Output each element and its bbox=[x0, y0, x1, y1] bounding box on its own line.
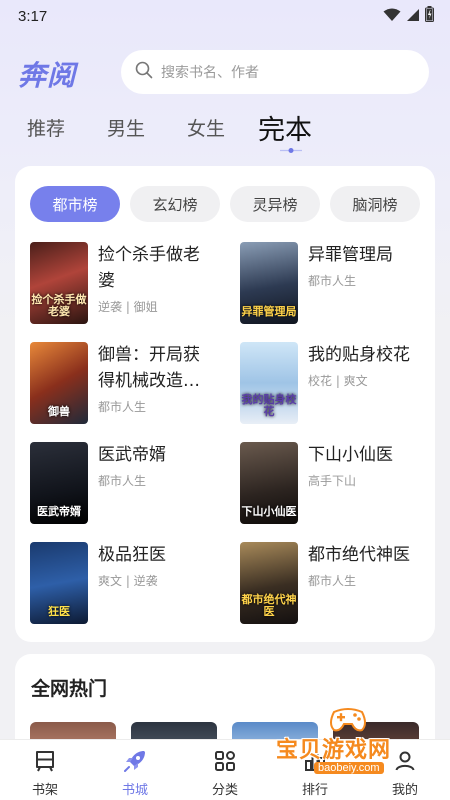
tab-female[interactable]: 女生 bbox=[187, 114, 225, 141]
chip-urban[interactable]: 都市榜 bbox=[30, 186, 120, 222]
book-item[interactable]: 异罪管理局 异罪管理局 都市人生 bbox=[240, 242, 440, 324]
book-meta: 校花 | 爽文 bbox=[308, 374, 368, 388]
book-cover: 都市绝代神医 bbox=[240, 542, 298, 624]
book-title: 捡个杀手做老婆 bbox=[98, 245, 200, 291]
cover-text: 狂医 bbox=[48, 605, 70, 618]
app-logo: 奔阅 bbox=[18, 59, 77, 92]
battery-icon bbox=[425, 6, 434, 26]
status-icons bbox=[383, 6, 434, 26]
book-title: 御兽：开局获得机械改造… bbox=[98, 345, 200, 391]
book-title: 极品狂医 bbox=[98, 545, 166, 565]
book-item[interactable]: 狂医 极品狂医 爽文 | 逆袭 bbox=[30, 542, 230, 624]
watermark-url: baobeiy.com bbox=[314, 762, 384, 774]
book-item[interactable]: 都市绝代神医 都市绝代神医 都市人生 bbox=[240, 542, 440, 624]
tab-completed[interactable]: 完本 bbox=[258, 108, 312, 147]
book-meta: 高手下山 bbox=[308, 474, 357, 488]
nav-label: 书架 bbox=[31, 783, 58, 798]
book-cover: 御兽 bbox=[30, 342, 88, 424]
search-icon bbox=[135, 61, 153, 83]
tab-indicator bbox=[280, 148, 302, 153]
book-item[interactable]: 医武帝婿 医武帝婿 都市人生 bbox=[30, 442, 230, 524]
book-meta: 都市人生 bbox=[308, 274, 357, 288]
cover-text: 异罪管理局 bbox=[241, 305, 297, 318]
book-cover: 狂医 bbox=[30, 542, 88, 624]
book-item[interactable]: 我的贴身校花 我的贴身校花 校花 | 爽文 bbox=[240, 342, 440, 424]
search-input[interactable]: 搜索书名、作者 bbox=[121, 50, 429, 94]
ranking-chips: 都市榜 玄幻榜 灵异榜 脑洞榜 bbox=[30, 186, 420, 222]
watermark-text: 宝贝游戏网 bbox=[276, 738, 392, 763]
chip-supernatural[interactable]: 灵异榜 bbox=[230, 186, 320, 222]
watermark: 宝贝游戏网 baobeiy.com bbox=[268, 706, 448, 786]
cover-text: 我的贴身校花 bbox=[241, 393, 297, 418]
header: 奔阅 搜索书名、作者 bbox=[0, 48, 450, 98]
status-bar: 3:17 bbox=[0, 0, 450, 32]
book-item[interactable]: 下山小仙医 下山小仙医 高手下山 bbox=[240, 442, 440, 524]
book-title: 都市绝代神医 bbox=[308, 545, 410, 565]
book-meta: 爽文 | 逆袭 bbox=[98, 574, 158, 588]
book-title: 医武帝婿 bbox=[98, 445, 166, 465]
book-meta: 都市人生 bbox=[98, 400, 147, 414]
category-icon bbox=[212, 748, 238, 774]
nav-category[interactable]: 分类 bbox=[180, 740, 270, 800]
chip-brainhole[interactable]: 脑洞榜 bbox=[330, 186, 420, 222]
search-placeholder: 搜索书名、作者 bbox=[161, 65, 259, 81]
book-cover: 下山小仙医 bbox=[240, 442, 298, 524]
book-title: 我的贴身校花 bbox=[308, 345, 410, 365]
bookshelf-icon bbox=[32, 748, 58, 774]
ranking-card: 都市榜 玄幻榜 灵异榜 脑洞榜 捡个杀手做老婆 捡个杀手做老婆 逆袭 | 御姐 … bbox=[15, 166, 435, 642]
top-tabs: 推荐 男生 女生 完本 bbox=[0, 106, 450, 156]
book-title: 下山小仙医 bbox=[308, 445, 393, 465]
book-item[interactable]: 捡个杀手做老婆 捡个杀手做老婆 逆袭 | 御姐 bbox=[30, 242, 230, 324]
chip-fantasy[interactable]: 玄幻榜 bbox=[130, 186, 220, 222]
wifi-icon bbox=[383, 7, 401, 26]
tab-male[interactable]: 男生 bbox=[107, 114, 145, 141]
cover-text: 捡个杀手做老婆 bbox=[31, 293, 87, 318]
book-cover: 捡个杀手做老婆 bbox=[30, 242, 88, 324]
cover-text: 御兽 bbox=[48, 405, 70, 418]
book-cover: 异罪管理局 bbox=[240, 242, 298, 324]
book-meta: 都市人生 bbox=[98, 474, 147, 488]
book-meta: 逆袭 | 御姐 bbox=[98, 300, 158, 314]
nav-bookshelf[interactable]: 书架 bbox=[0, 740, 90, 800]
rocket-icon bbox=[122, 748, 148, 774]
signal-icon bbox=[406, 7, 420, 26]
book-cover: 我的贴身校花 bbox=[240, 342, 298, 424]
book-item[interactable]: 御兽 御兽：开局获得机械改造… 都市人生 bbox=[30, 342, 230, 424]
nav-label: 书城 bbox=[121, 783, 148, 798]
book-meta: 都市人生 bbox=[308, 574, 357, 588]
book-cover: 医武帝婿 bbox=[30, 442, 88, 524]
nav-label: 分类 bbox=[211, 783, 238, 798]
section-title: 全网热门 bbox=[31, 678, 108, 700]
book-title: 异罪管理局 bbox=[308, 245, 393, 265]
cover-text: 都市绝代神医 bbox=[241, 593, 297, 618]
cover-text: 下山小仙医 bbox=[241, 505, 297, 518]
tab-recommend[interactable]: 推荐 bbox=[27, 114, 65, 141]
nav-bookstore[interactable]: 书城 bbox=[90, 740, 180, 800]
status-time: 3:17 bbox=[18, 7, 48, 25]
cover-text: 医武帝婿 bbox=[37, 505, 81, 518]
